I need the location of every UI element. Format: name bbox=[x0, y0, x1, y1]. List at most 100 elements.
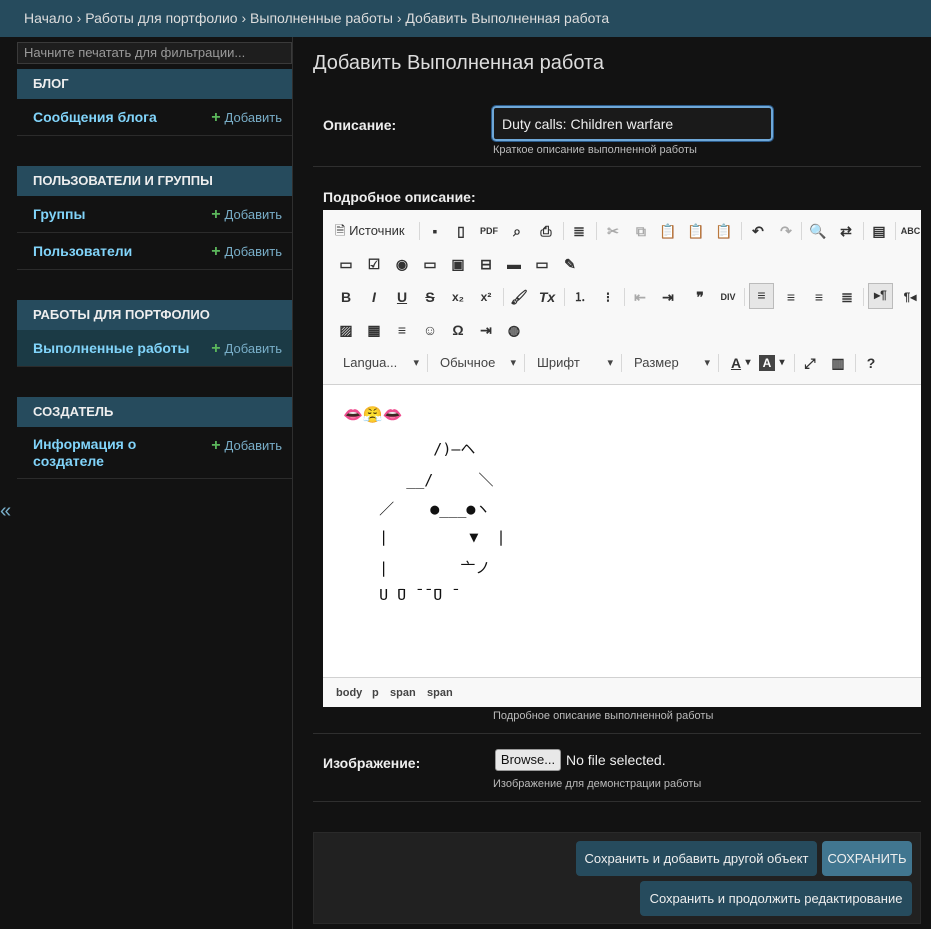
maximize-icon[interactable]: ⤢ bbox=[799, 352, 821, 374]
breadcrumb-model[interactable]: Выполненные работы bbox=[250, 10, 393, 26]
add-group-link[interactable]: + Добавить bbox=[211, 206, 282, 224]
about-icon[interactable]: ? bbox=[860, 352, 882, 374]
sidebar-item-label[interactable]: Сообщения блога bbox=[33, 109, 157, 125]
sidebar-item-creator-info[interactable]: Информация о создателе + Добавить bbox=[17, 427, 292, 479]
smiley-icon[interactable]: ☺ bbox=[419, 319, 441, 341]
print-icon[interactable]: ⎙ bbox=[535, 220, 557, 242]
path-item[interactable]: body bbox=[336, 687, 362, 699]
select-field-icon[interactable]: ⊟ bbox=[475, 253, 497, 275]
image-icon[interactable]: ▨ bbox=[335, 319, 357, 341]
breadcrumb-home[interactable]: Начало bbox=[24, 10, 73, 26]
background-color-icon[interactable]: A bbox=[759, 355, 775, 371]
save-and-continue-button[interactable]: Сохранить и продолжить редактирование bbox=[640, 881, 912, 916]
indent-icon[interactable]: ⇥ bbox=[657, 286, 679, 308]
templates-icon[interactable]: ≣ bbox=[568, 220, 590, 242]
sidebar-item-blog-posts[interactable]: Сообщения блога + Добавить bbox=[17, 99, 292, 136]
outdent-icon[interactable]: ⇤ bbox=[629, 286, 651, 308]
source-icon: 🗎 bbox=[335, 223, 346, 238]
module-caption-blog[interactable]: БЛОГ bbox=[17, 69, 292, 99]
align-center-icon[interactable]: ≡ bbox=[780, 286, 802, 308]
italic-icon[interactable]: I bbox=[363, 286, 385, 308]
button-field-icon[interactable]: ▬ bbox=[503, 253, 525, 275]
sidebar-item-label[interactable]: Пользователи bbox=[33, 243, 132, 259]
hidden-field-icon[interactable]: ✎ bbox=[559, 253, 581, 275]
chevron-down-icon[interactable]: ▾ bbox=[743, 352, 753, 374]
source-button[interactable]: 🗎 Источник bbox=[335, 220, 415, 242]
preview-icon[interactable]: ⌕ bbox=[506, 220, 528, 242]
radio-icon[interactable]: ◉ bbox=[391, 253, 413, 275]
spellcheck-icon[interactable]: ABC bbox=[900, 220, 921, 242]
font-select[interactable]: Шрифт bbox=[537, 352, 613, 374]
subscript-icon[interactable]: x₂ bbox=[447, 286, 469, 308]
image-button-icon[interactable]: ▭ bbox=[531, 253, 553, 275]
iframe-icon[interactable]: ◍ bbox=[503, 319, 525, 341]
bold-icon[interactable]: B bbox=[335, 286, 357, 308]
module-caption-portfolio[interactable]: РАБОТЫ ДЛЯ ПОРТФОЛИО bbox=[17, 300, 292, 330]
page-break-icon[interactable]: ⇥ bbox=[475, 319, 497, 341]
superscript-icon[interactable]: x² bbox=[475, 286, 497, 308]
paste-word-icon[interactable]: 📋 bbox=[713, 220, 735, 242]
sidebar-item-groups[interactable]: Группы + Добавить bbox=[17, 196, 292, 233]
add-creator-info-link[interactable]: + Добавить bbox=[211, 437, 282, 455]
paste-icon[interactable]: 📋 bbox=[657, 220, 679, 242]
sidebar-item-label[interactable]: Группы bbox=[33, 206, 85, 222]
module-caption-users-groups[interactable]: ПОЛЬЗОВАТЕЛИ И ГРУППЫ bbox=[17, 166, 292, 196]
undo-icon[interactable]: ↶ bbox=[747, 220, 769, 242]
replace-icon[interactable]: ⇄ bbox=[835, 220, 857, 242]
rtl-direction-icon[interactable]: ¶◂ bbox=[899, 286, 921, 308]
sidebar-filter-input[interactable]: Начните печатать для фильтрации... bbox=[17, 42, 292, 64]
path-item[interactable]: span bbox=[427, 687, 453, 699]
find-icon[interactable]: 🔍 bbox=[807, 220, 829, 242]
cut-icon[interactable]: ✂ bbox=[602, 220, 624, 242]
ltr-direction-icon[interactable]: ▸¶ bbox=[868, 283, 893, 309]
path-item[interactable]: p bbox=[372, 687, 379, 699]
sidebar-item-users[interactable]: Пользователи + Добавить bbox=[17, 233, 292, 270]
numbered-list-icon[interactable]: ⒈ bbox=[569, 286, 591, 308]
horizontal-line-icon[interactable]: ≡ bbox=[391, 319, 413, 341]
table-icon[interactable]: ▦ bbox=[363, 319, 385, 341]
textarea-icon[interactable]: ▣ bbox=[447, 253, 469, 275]
special-char-icon[interactable]: Ω bbox=[447, 319, 469, 341]
select-all-icon[interactable]: ▤ bbox=[868, 220, 890, 242]
justify-icon[interactable]: ≣ bbox=[836, 286, 858, 308]
language-select[interactable]: Langua... bbox=[343, 352, 419, 374]
copy-format-icon[interactable]: 🖌 bbox=[508, 286, 530, 308]
format-select[interactable]: Обычное bbox=[440, 352, 516, 374]
add-user-link[interactable]: + Добавить bbox=[211, 243, 282, 261]
chevron-down-icon[interactable]: ▾ bbox=[777, 352, 787, 374]
blockquote-icon[interactable]: ❞ bbox=[689, 286, 711, 308]
add-blog-post-link[interactable]: + Добавить bbox=[211, 109, 282, 127]
checkbox-icon[interactable]: ☑ bbox=[363, 253, 385, 275]
copy-icon[interactable]: ⧉ bbox=[630, 220, 652, 242]
redo-icon[interactable]: ↷ bbox=[775, 220, 797, 242]
div-container-icon[interactable]: DIV bbox=[717, 286, 739, 308]
text-field-icon[interactable]: ▭ bbox=[419, 253, 441, 275]
align-left-icon[interactable]: ≡ bbox=[749, 283, 774, 309]
path-item[interactable]: span bbox=[390, 687, 416, 699]
description-input[interactable]: Duty calls: Children warfare bbox=[491, 105, 774, 142]
browse-button[interactable]: Browse... bbox=[495, 749, 561, 771]
save-icon[interactable]: ▪ bbox=[424, 220, 446, 242]
show-blocks-icon[interactable]: ▥ bbox=[827, 352, 849, 374]
save-and-add-another-button[interactable]: Сохранить и добавить другой объект bbox=[576, 841, 817, 876]
editor-content-area[interactable]: 👄😤👄 /)—ヘ __/ ＼ ／ ●___●ヽ | ▼ | | 亠ノ U ̄U … bbox=[323, 385, 921, 675]
breadcrumb-app[interactable]: Работы для портфолио bbox=[85, 10, 237, 26]
add-completed-work-link[interactable]: + Добавить bbox=[211, 340, 282, 358]
save-button[interactable]: СОХРАНИТЬ bbox=[822, 841, 912, 876]
align-right-icon[interactable]: ≡ bbox=[808, 286, 830, 308]
strike-icon[interactable]: S bbox=[419, 286, 441, 308]
remove-format-icon[interactable]: Tx bbox=[536, 286, 558, 308]
paste-text-icon[interactable]: 📋 bbox=[685, 220, 707, 242]
new-page-icon[interactable]: ▯ bbox=[450, 220, 472, 242]
collapse-sidebar-icon[interactable]: « bbox=[0, 500, 11, 523]
underline-icon[interactable]: U bbox=[391, 286, 413, 308]
sidebar-item-completed-works[interactable]: Выполненные работы + Добавить bbox=[17, 330, 292, 367]
sidebar-item-label[interactable]: Информация о создателе bbox=[33, 436, 183, 470]
size-select[interactable]: Размер bbox=[634, 352, 710, 374]
export-pdf-icon[interactable]: PDF bbox=[478, 220, 500, 242]
sidebar-item-label[interactable]: Выполненные работы bbox=[33, 340, 189, 356]
rich-text-editor[interactable]: 🗎 Источник ▪ ▯ PDF ⌕ ⎙ ≣ ✂ ⧉ 📋 📋 📋 ↶ ↷ 🔍… bbox=[323, 210, 921, 707]
bulleted-list-icon[interactable]: ⁝ bbox=[597, 286, 619, 308]
form-icon[interactable]: ▭ bbox=[335, 253, 357, 275]
module-caption-creator[interactable]: СОЗДАТЕЛЬ bbox=[17, 397, 292, 427]
